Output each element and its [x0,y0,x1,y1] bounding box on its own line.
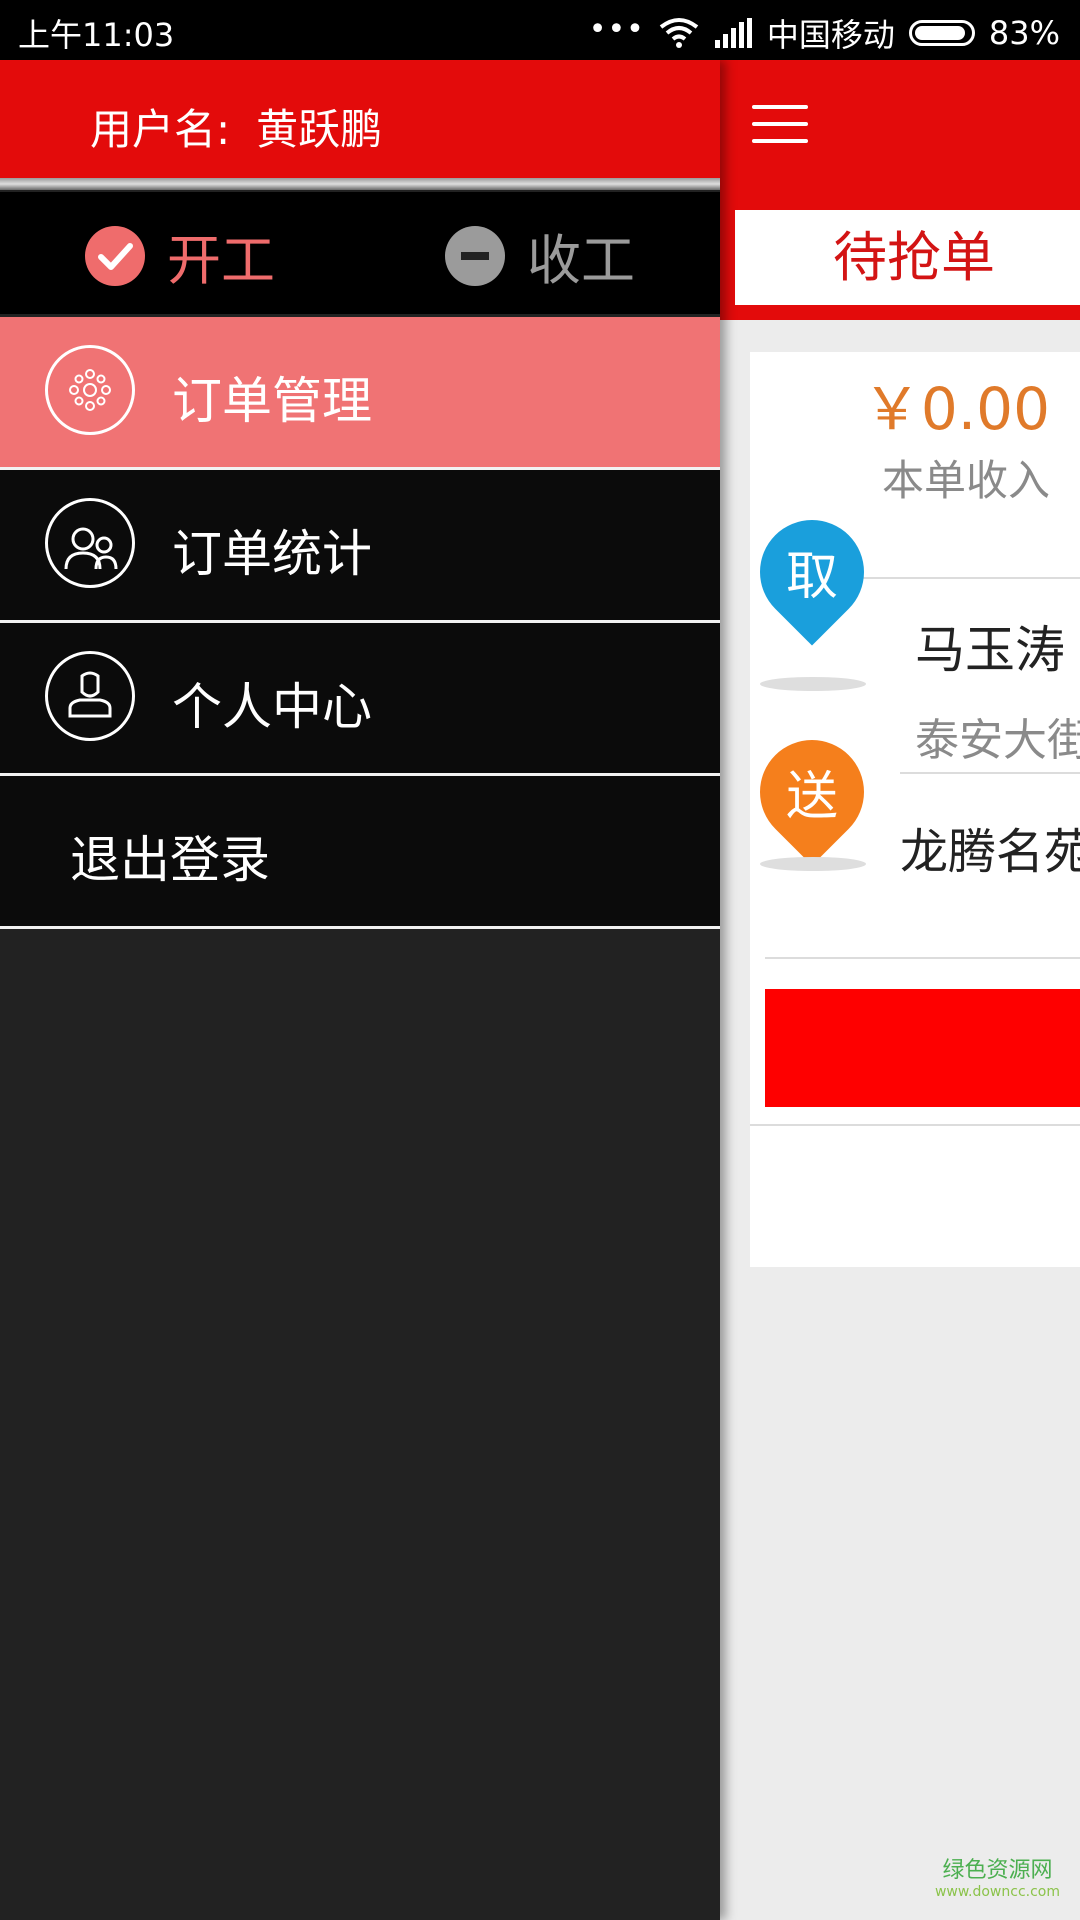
navigation-drawer: 用户名: 黄跃鹏 开工 收工 订单管理 订单统计 个人中心 退出登录 [0,60,720,1920]
pin-shadow [760,677,866,691]
logout-label: 退出登录 [70,831,270,889]
menu-item-personal-center[interactable]: 个人中心 [0,623,720,776]
divider [765,957,1080,959]
signal-icon [714,18,752,48]
pickup-address: 泰安大街 [915,715,1080,766]
menu-item-label: 个人中心 [172,678,372,736]
pin-shadow [760,857,866,871]
deliver-badge: 送 [785,767,838,827]
tab-pending-orders[interactable]: 待抢单 [735,210,1080,305]
pickup-badge: 取 [785,547,838,607]
divider [750,1124,1080,1126]
menu-item-label: 订单管理 [172,372,372,430]
watermark: 绿色资源网 www.downcc.com [935,1852,1060,1900]
start-work-button[interactable]: 开工 [85,216,275,295]
header-shadow [0,178,720,190]
order-price: ￥0.00 [862,375,1050,443]
pickup-name: 马玉涛 [915,621,1065,679]
start-work-label: 开工 [167,229,275,292]
dots-ring-icon [45,345,135,435]
watermark-url: www.downcc.com [934,1884,1060,1900]
status-bar: 上午11:03 ••• 中国移动 83% [0,0,1080,60]
hamburger-menu-icon[interactable] [752,105,808,149]
user-icon [45,651,135,741]
order-income-label: 本单收入 [881,456,1050,505]
watermark-text: 绿色资源网 [942,1858,1053,1883]
drawer-header: 用户名: 黄跃鹏 [0,60,720,185]
divider [900,772,1080,774]
minus-circle-icon [445,225,505,286]
deliver-name: 龙腾名苑 [900,824,1080,880]
status-time: 上午11:03 [18,16,175,54]
menu-item-order-statistics[interactable]: 订单统计 [0,470,720,623]
people-icon [45,498,135,588]
menu-item-label: 订单统计 [172,525,372,583]
logout-button[interactable]: 退出登录 [0,776,720,929]
grab-order-button[interactable] [765,989,1080,1107]
more-dots-icon: ••• [588,11,645,47]
work-toggle-row: 开工 收工 [0,192,720,314]
stop-work-button[interactable]: 收工 [445,216,635,295]
main-header: 待抢单 [720,60,1080,320]
carrier-name: 中国移动 [766,16,895,54]
menu-item-order-management[interactable]: 订单管理 [0,317,720,470]
wifi-icon [659,18,699,48]
battery-percent: 83% [988,14,1060,52]
status-right: ••• 中国移动 83% [589,10,1060,56]
stop-work-label: 收工 [527,229,635,292]
battery-icon [908,20,975,46]
check-circle-icon [85,225,145,286]
username: 黄跃鹏 [256,105,383,154]
main-panel: 待抢单 ￥0.00 本单收入 取 马玉涛 泰安大街 送 龙腾名苑 [720,60,1080,1920]
order-card[interactable]: ￥0.00 本单收入 取 马玉涛 泰安大街 送 龙腾名苑 [738,352,1080,1267]
user-info: 用户名: 黄跃鹏 [90,96,382,157]
username-label: 用户名: [90,105,231,154]
